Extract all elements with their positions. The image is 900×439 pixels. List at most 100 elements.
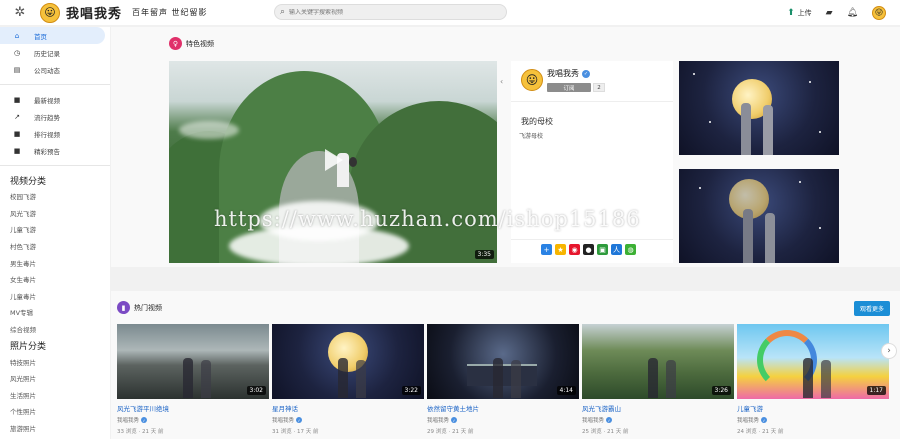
video-thumbnail[interactable]: 1:17 [737,324,889,399]
search-icon[interactable]: ⌕ [280,7,285,17]
video-channel[interactable]: 我唱我秀 [272,416,294,424]
category-link[interactable]: 村色飞游 [0,238,110,255]
sidebar-item-label: 历史记录 [34,49,60,58]
chevron-right-icon[interactable]: › [881,343,897,359]
category-link[interactable]: 旅游照片 [0,420,110,437]
video-title[interactable]: 风光飞游平川绝境 [117,403,269,413]
video-channel[interactable]: 我唱我秀 [737,416,759,424]
share-wechat-icon[interactable]: ◍ [625,244,636,255]
sidebar-item[interactable]: ⌂ 首页 [0,27,105,44]
sidebar-item-label: 排行视频 [34,130,60,139]
featured-video-player[interactable]: 3:35 [169,61,497,263]
share-buttons: + ★ ◉ ● ▣ 人 ◍ [541,244,636,255]
history-icon: ◷ [13,48,21,57]
logo[interactable]: 😛 我唱我秀 百年留声 世纪留影 [40,0,208,25]
logo-avatar-icon: 😛 [40,2,60,23]
subscriber-count: 2 [593,83,605,92]
sidebar-item[interactable]: ■ 排行视频 [0,125,110,142]
video-card[interactable]: 1:17 儿童飞游我唱我秀 ✓ 24 浏览 · 21 天 前 [737,324,889,435]
video-title[interactable]: 星月神话 [272,403,424,413]
video-channel-row: 我唱我秀 ✓ [582,416,734,424]
video-duration: 1:17 [866,386,886,395]
video-channel[interactable]: 我唱我秀 [117,416,139,424]
share-plus-icon[interactable]: + [541,244,552,255]
top-bar: ✲ 😛 我唱我秀 百年留声 世纪留影 ⌕ ⬆ 上传 ▰ 🔔︎ 😛 [0,0,900,25]
sidebar-item-label: 首页 [34,32,47,41]
search-input[interactable] [289,8,490,16]
play-icon[interactable] [317,145,347,175]
category-link[interactable]: 男生毒片 [0,254,110,271]
video-thumbnail[interactable]: 4:14 [427,324,579,399]
video-stats: 31 浏览 · 17 天 前 [272,429,319,435]
sidebar-item[interactable]: ■ 精彩预告 [0,142,110,159]
user-avatar[interactable]: 😛 [872,5,886,20]
featured-headline: 我的母校 [521,117,553,126]
category-link[interactable]: 特技照片 [0,353,110,370]
related-video-thumb[interactable] [679,169,839,263]
sidebar-divider [0,165,110,166]
video-duration: 4:14 [556,386,576,395]
view-more-button[interactable]: 观看更多 [853,301,890,316]
category-link[interactable]: 个性照片 [0,403,110,420]
video-card[interactable]: 4:14 依然留守黄土地片 我唱我秀 ✓ 29 浏览 · 21 天 前 [427,324,579,435]
video-channel[interactable]: 我唱我秀 [427,416,449,424]
video-duration: 3:22 [401,386,421,395]
top-right-actions: ⬆ 上传 ▰ 🔔︎ 😛 [787,0,886,25]
chevron-left-icon[interactable]: ‹ [500,77,503,86]
video-category-heading: 视频分类 [10,176,47,187]
sidebar-item[interactable]: ◷ 历史记录 [0,44,110,61]
video-title[interactable]: 风光飞游霸山 [582,403,734,413]
related-video-thumb[interactable] [679,61,839,155]
message-icon[interactable]: ▰ [826,8,833,18]
sidebar-item-label: 精彩预告 [34,147,60,156]
video-title[interactable]: 儿童飞游 [737,403,889,413]
share-weibo-icon[interactable]: ◉ [569,244,580,255]
news-icon: ▤ [13,65,21,74]
logo-title: 我唱我秀 [66,7,123,22]
category-link[interactable]: 风光照片 [0,370,110,387]
video-stats: 29 浏览 · 21 天 前 [427,429,474,435]
share-renren-icon[interactable]: 人 [611,244,622,255]
category-link[interactable]: 生活照片 [0,387,110,404]
sidebar-item[interactable]: ■ 最新视频 [0,91,110,108]
video-card[interactable]: 3:26 风光飞游霸山 我唱我秀 ✓ 25 浏览 · 21 天 前 [582,324,734,435]
video-stats: 24 浏览 · 21 天 前 [737,429,784,435]
upload-button[interactable]: ⬆ 上传 [787,8,812,18]
video-card[interactable]: 3:02 风光飞游平川绝境 我唱我秀 ✓ 33 浏览 · 21 天 前 [117,324,269,435]
video-title[interactable]: 依然留守黄土地片 [427,403,579,413]
video-thumbnail[interactable]: 3:02 [117,324,269,399]
share-qzone-icon[interactable]: ★ [555,244,566,255]
video-channel-row: 我唱我秀 ✓ [117,416,269,424]
sun-menu-icon[interactable]: ✲ [0,0,40,25]
photo-category-heading: 照片分类 [10,341,47,352]
category-link[interactable]: 儿童毒片 [0,288,110,305]
video-card[interactable]: 3:22 星月神话 我唱我秀 ✓ 31 浏览 · 17 天 前 [272,324,424,435]
verified-icon: ✓ [761,417,768,423]
category-link[interactable]: 风光飞游 [0,205,110,222]
video-duration: 3:02 [246,386,266,395]
channel-card: 😛 我唱我秀 ✓ 订阅 2 我的母校 飞游母校 + ★ ◉ ● ▣ 人 ◍ [511,61,673,263]
sidebar-item[interactable]: ↗ 流行趋势 [0,108,110,125]
video-stats: 25 浏览 · 21 天 前 [582,429,629,435]
share-douban-icon[interactable]: ▣ [597,244,608,255]
category-link[interactable]: MV专辑 [0,304,110,321]
verified-icon: ✓ [606,417,613,423]
channel-name[interactable]: 我唱我秀 [547,68,579,79]
verified-icon: ✓ [451,417,458,423]
category-link[interactable]: 儿童飞游 [0,221,110,238]
verified-icon: ✓ [582,69,590,78]
video-thumbnail[interactable]: 3:26 [582,324,734,399]
search-box[interactable]: ⌕ [274,4,507,20]
video-thumbnail[interactable]: 3:22 [272,324,424,399]
channel-avatar[interactable]: 😛 [521,69,543,91]
subscribe-button[interactable]: 订阅 [547,83,591,92]
share-qq-icon[interactable]: ● [583,244,594,255]
sidebar-item[interactable]: ▤ 公司动态 [0,61,110,78]
sidebar-item-label: 流行趋势 [34,113,60,122]
category-link[interactable]: 校园飞游 [0,188,110,205]
video-channel[interactable]: 我唱我秀 [582,416,604,424]
category-link[interactable]: 女生毒片 [0,271,110,288]
upload-label: 上传 [797,8,812,17]
bell-icon[interactable]: 🔔︎ [847,8,858,18]
category-link[interactable]: 综合视频 [0,321,110,338]
